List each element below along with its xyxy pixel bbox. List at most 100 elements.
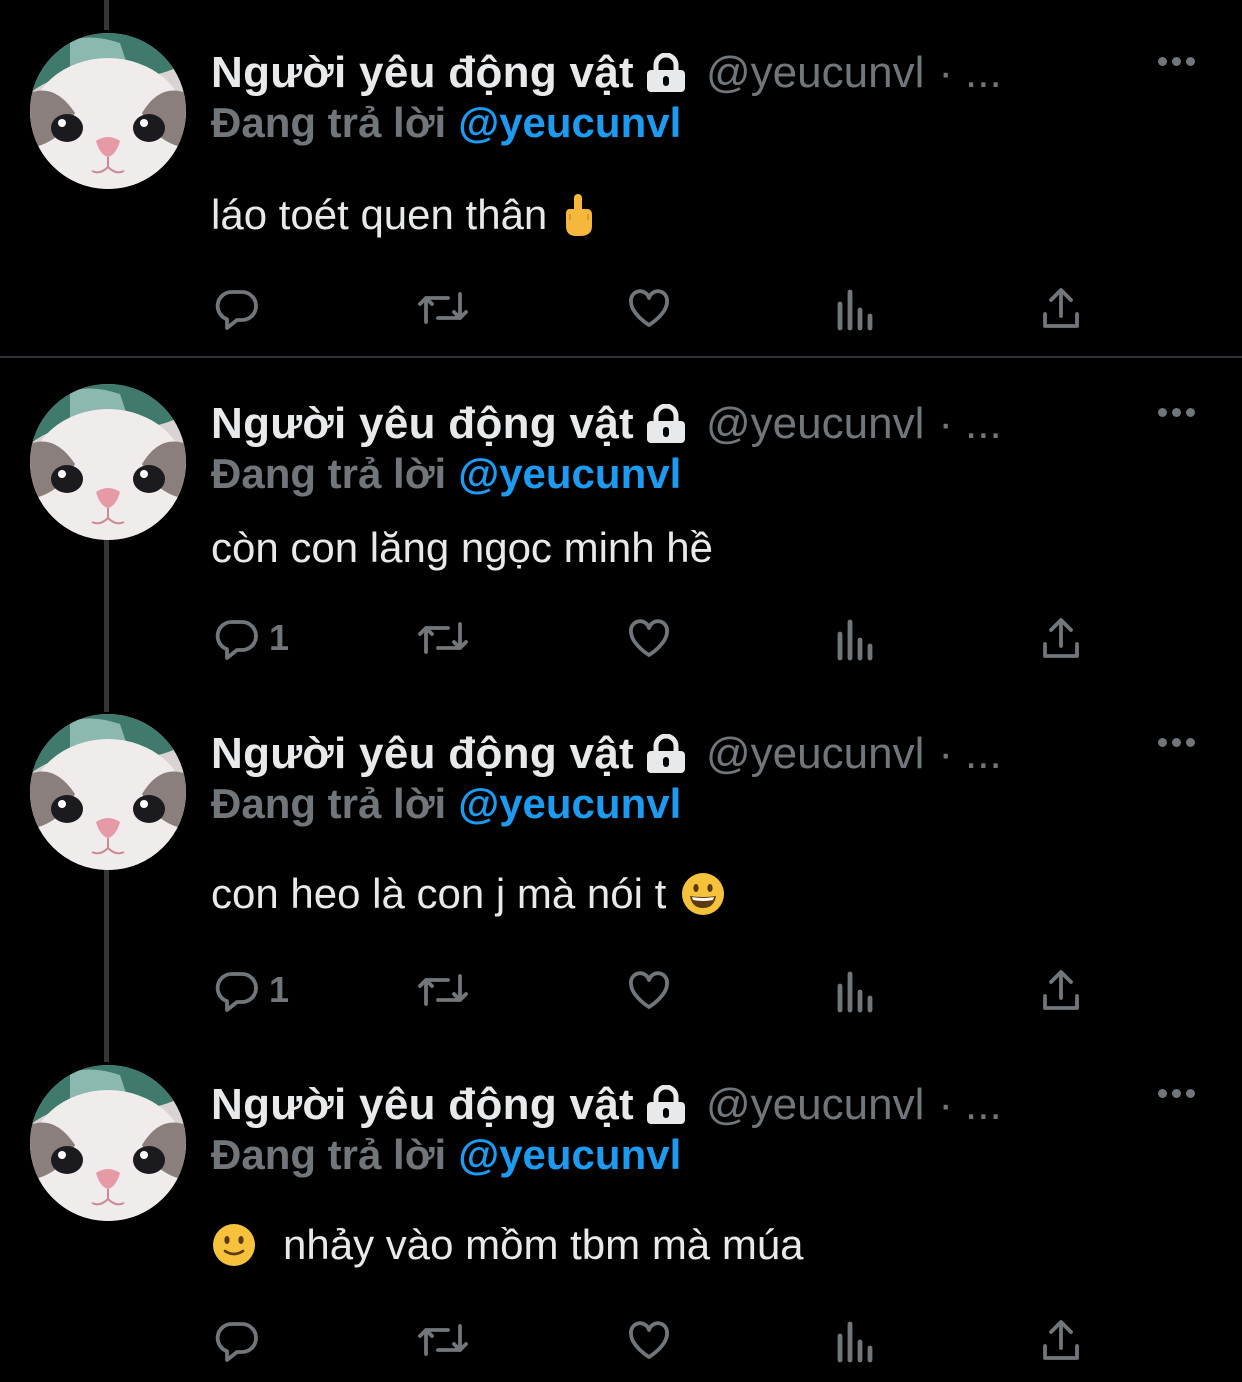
tweet-text-content: nhảy vào mồm tbm mà múa bbox=[283, 1221, 804, 1268]
share-icon bbox=[1043, 288, 1079, 328]
display-name[interactable]: Người yêu động vật bbox=[211, 729, 634, 779]
reply-context: Đang trả lời @yeucunvl bbox=[211, 780, 681, 836]
retweet-icon bbox=[418, 1324, 468, 1356]
share-button[interactable] bbox=[1039, 960, 1083, 1020]
tweet-text: láo toét quen thân bbox=[211, 185, 595, 245]
display-name[interactable]: Người yêu động vật bbox=[211, 1080, 634, 1130]
analytics-icon bbox=[837, 971, 873, 1013]
reply-count: 1 bbox=[269, 969, 290, 1010]
reply-icon bbox=[215, 1322, 258, 1362]
avatar[interactable] bbox=[30, 1065, 186, 1221]
avatar[interactable] bbox=[30, 714, 186, 870]
lock-icon bbox=[644, 53, 688, 93]
analytics-button[interactable] bbox=[834, 1310, 876, 1370]
reply-count: 1 bbox=[269, 617, 290, 658]
avatar[interactable] bbox=[30, 33, 186, 189]
reply-button[interactable] bbox=[213, 278, 269, 338]
timestamp-ellipsis: ... bbox=[965, 48, 1002, 97]
reply-prefix: Đang trả lời bbox=[211, 99, 447, 146]
separator-dot: · bbox=[938, 1080, 953, 1129]
lock-icon bbox=[644, 734, 688, 774]
timestamp-ellipsis: ... bbox=[965, 1080, 1002, 1129]
reply-button[interactable]: 1 bbox=[213, 608, 289, 668]
tweet-actions bbox=[0, 278, 1242, 338]
handle[interactable]: @yeucunvl bbox=[706, 399, 924, 449]
retweet-button[interactable] bbox=[416, 608, 470, 668]
grinning-face-icon bbox=[680, 871, 726, 917]
reply-icon bbox=[215, 620, 258, 660]
separator-dot: · bbox=[938, 729, 953, 778]
slightly-smiling-face-icon bbox=[211, 1222, 257, 1268]
heart-icon bbox=[629, 619, 669, 657]
display-name[interactable]: Người yêu động vật bbox=[211, 399, 634, 449]
reply-prefix: Đang trả lời bbox=[211, 1131, 447, 1178]
tweet-actions bbox=[0, 1310, 1242, 1370]
tweet-text: còn con lăng ngọc minh hề bbox=[211, 518, 713, 578]
lock-icon bbox=[644, 404, 688, 444]
reply-handle-link[interactable]: @yeucunvl bbox=[458, 99, 681, 146]
reply-context: Đang trả lời @yeucunvl bbox=[211, 1131, 681, 1187]
tweet-actions: 1 bbox=[0, 960, 1242, 1020]
reply-button[interactable] bbox=[213, 1310, 269, 1370]
tweet-header: Người yêu động vật @yeucunvl · ... bbox=[211, 1073, 1002, 1137]
tweet-header: Người yêu động vật @yeucunvl · ... bbox=[211, 41, 1002, 105]
share-icon bbox=[1043, 1320, 1079, 1360]
like-button[interactable] bbox=[625, 278, 673, 338]
middle-finger-icon bbox=[561, 192, 595, 238]
handle[interactable]: @yeucunvl bbox=[706, 729, 924, 779]
more-options-icon[interactable] bbox=[1158, 1089, 1195, 1098]
share-button[interactable] bbox=[1039, 608, 1083, 668]
more-options-icon[interactable] bbox=[1158, 738, 1195, 747]
tweet[interactable]: Người yêu động vật @yeucunvl · ... Đang … bbox=[0, 714, 1242, 1034]
retweet-button[interactable] bbox=[416, 278, 470, 338]
reply-icon bbox=[215, 972, 258, 1012]
share-icon bbox=[1043, 618, 1079, 658]
retweet-button[interactable] bbox=[416, 1310, 470, 1370]
tweet[interactable]: Người yêu động vật @yeucunvl · ... Đang … bbox=[0, 384, 1242, 684]
reply-handle-link[interactable]: @yeucunvl bbox=[458, 1131, 681, 1178]
tweet-text: nhảy vào mồm tbm mà múa bbox=[211, 1215, 804, 1275]
analytics-icon bbox=[837, 619, 873, 661]
timestamp-ellipsis: ... bbox=[965, 729, 1002, 778]
timestamp-ellipsis: ... bbox=[965, 399, 1002, 448]
reply-prefix: Đang trả lời bbox=[211, 450, 447, 497]
handle[interactable]: @yeucunvl bbox=[706, 1080, 924, 1130]
more-options-icon[interactable] bbox=[1158, 57, 1195, 66]
heart-icon bbox=[629, 1321, 669, 1359]
heart-icon bbox=[629, 971, 669, 1009]
tweet-header: Người yêu động vật @yeucunvl · ... bbox=[211, 392, 1002, 456]
display-name[interactable]: Người yêu động vật bbox=[211, 48, 634, 98]
analytics-icon bbox=[837, 289, 873, 331]
handle[interactable]: @yeucunvl bbox=[706, 48, 924, 98]
tweet-actions: 1 bbox=[0, 608, 1242, 668]
share-button[interactable] bbox=[1039, 1310, 1083, 1370]
tweet[interactable]: Người yêu động vật @yeucunvl · ... Đang … bbox=[0, 1065, 1242, 1382]
like-button[interactable] bbox=[625, 608, 673, 668]
more-options-icon[interactable] bbox=[1158, 408, 1195, 417]
tweet-text-content: còn con lăng ngọc minh hề bbox=[211, 524, 714, 571]
tweet-text-content: láo toét quen thân bbox=[211, 191, 548, 238]
like-button[interactable] bbox=[625, 960, 673, 1020]
reply-handle-link[interactable]: @yeucunvl bbox=[458, 450, 681, 497]
like-button[interactable] bbox=[625, 1310, 673, 1370]
analytics-button[interactable] bbox=[834, 278, 876, 338]
analytics-button[interactable] bbox=[834, 608, 876, 668]
separator-dot: · bbox=[938, 399, 953, 448]
tweet[interactable]: Người yêu động vật @yeucunvl · ... Đang … bbox=[0, 33, 1242, 333]
analytics-button[interactable] bbox=[834, 960, 876, 1020]
analytics-icon bbox=[837, 1321, 873, 1363]
thread-line bbox=[104, 0, 109, 30]
tweet-text-content: con heo là con j mà nói t bbox=[211, 870, 667, 917]
reply-context: Đang trả lời @yeucunvl bbox=[211, 450, 681, 506]
retweet-button[interactable] bbox=[416, 960, 470, 1020]
retweet-icon bbox=[418, 974, 468, 1006]
reply-button[interactable]: 1 bbox=[213, 960, 289, 1020]
retweet-icon bbox=[418, 292, 468, 324]
reply-handle-link[interactable]: @yeucunvl bbox=[458, 780, 681, 827]
tweet-header: Người yêu động vật @yeucunvl · ... bbox=[211, 722, 1002, 786]
share-button[interactable] bbox=[1039, 278, 1083, 338]
avatar[interactable] bbox=[30, 384, 186, 540]
share-icon bbox=[1043, 970, 1079, 1010]
divider bbox=[0, 356, 1242, 358]
tweet-text: con heo là con j mà nói t bbox=[211, 864, 726, 924]
